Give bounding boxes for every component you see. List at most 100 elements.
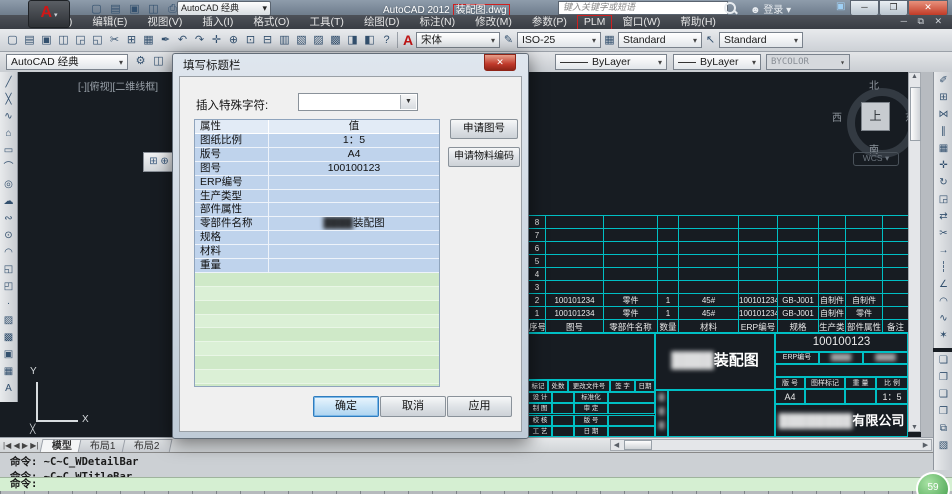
bring-above-icon[interactable]: ❑ (936, 386, 952, 403)
workspace-settings-icon[interactable]: ◫ (150, 53, 167, 70)
rectangle-icon[interactable]: ▭ (1, 142, 17, 159)
menu-参数(P)[interactable]: 参数(P) (522, 16, 577, 29)
request-drawing-no-button[interactable]: 申请图号 (450, 119, 518, 139)
ellipse-icon[interactable]: ⊙ (1, 227, 17, 244)
app-menu-button[interactable]: A ▾ (28, 0, 70, 28)
mirror-icon[interactable]: ⋈ (936, 106, 952, 123)
insert-block-icon[interactable]: ◱ (1, 261, 17, 278)
explode-icon[interactable]: ✶ (936, 327, 952, 344)
menu-格式(O)[interactable]: 格式(O) (243, 16, 299, 29)
workspace-switcher[interactable]: AutoCAD 经典▾ (177, 1, 271, 16)
chamfer-icon[interactable]: ∠ (936, 276, 952, 293)
undo-icon[interactable]: ↶ (174, 32, 191, 49)
stretch-icon[interactable]: ⇄ (936, 208, 952, 225)
cancel-button[interactable]: 取消 (380, 396, 446, 417)
send-to-back-icon[interactable]: ❐ (936, 369, 952, 386)
copy-icon[interactable]: ⊞ (936, 89, 952, 106)
hatch-to-back-icon[interactable]: ▧ (936, 437, 952, 454)
linetype-combo[interactable]: ByLayer▾ (555, 54, 667, 70)
property-value[interactable] (269, 203, 439, 216)
dialog-close-button[interactable]: ✕ (484, 54, 516, 71)
property-value[interactable] (269, 190, 439, 203)
cut-icon[interactable]: ✂ (106, 32, 123, 49)
properties-icon[interactable]: ▥ (276, 32, 293, 49)
polygon-icon[interactable]: ⌂ (1, 125, 17, 142)
property-row[interactable]: 零部件名称████装配图 (195, 217, 439, 231)
table-style-icon[interactable]: ▦ (601, 32, 618, 49)
redo-icon[interactable]: ↷ (191, 32, 208, 49)
text-style-combo[interactable]: 宋体▾ (416, 32, 500, 48)
plot-preview-icon[interactable]: ◲ (72, 32, 89, 49)
request-material-code-button[interactable]: 申请物料编码 (448, 147, 520, 167)
vertical-scroll-thumb[interactable] (910, 87, 921, 141)
polyline-icon[interactable]: ∿ (1, 108, 17, 125)
point-icon[interactable]: · (1, 295, 17, 312)
property-value[interactable] (269, 231, 439, 244)
wcs-selector[interactable]: WCS ▾ (853, 152, 899, 166)
annotation-icon[interactable]: A (400, 32, 416, 49)
sheet-set-manager-icon[interactable]: ▩ (327, 32, 344, 49)
tool-palettes-icon[interactable]: ▨ (310, 32, 327, 49)
zoom-previous-icon[interactable]: ⊟ (259, 32, 276, 49)
property-value[interactable]: ████装配图 (269, 217, 439, 230)
ok-button[interactable]: 确定 (313, 396, 379, 417)
plot-icon[interactable]: ◫ (55, 32, 72, 49)
zoom-window-icon[interactable]: ⊡ (242, 32, 259, 49)
break-icon[interactable]: ┆ (936, 259, 952, 276)
gear-icon[interactable]: ⚙ (132, 53, 149, 70)
chevron-down-icon[interactable]: ▼ (400, 95, 416, 109)
property-value[interactable]: 100100123 (269, 162, 439, 175)
offset-icon[interactable]: ∥ (936, 123, 952, 140)
pan-icon[interactable]: ✛ (208, 32, 225, 49)
zoom-realtime-icon[interactable]: ⊕ (225, 32, 242, 49)
menu-帮助(H)[interactable]: 帮助(H) (670, 16, 726, 29)
copy-clip-icon[interactable]: ⊞ (123, 32, 140, 49)
text-to-front-icon[interactable]: ⧉ (936, 420, 952, 437)
exchange-icon[interactable]: ▣ (836, 1, 845, 12)
array-icon[interactable]: ▦ (936, 140, 952, 157)
vertical-scrollbar[interactable]: ▲ ▼ (908, 72, 921, 432)
menu-工具(T)[interactable]: 工具(T) (300, 16, 354, 29)
property-value[interactable]: A4 (269, 148, 439, 161)
signin-control[interactable]: ☻ 登录 ▾ (750, 1, 791, 16)
property-row[interactable]: ERP编号 (195, 176, 439, 190)
menu-窗口(W)[interactable]: 窗口(W) (612, 16, 670, 29)
scroll-down-icon[interactable]: ▼ (909, 424, 920, 431)
viewcube-top-face[interactable]: 上 (861, 102, 890, 131)
multiline-text-icon[interactable]: A (1, 380, 17, 397)
horizontal-scroll-thumb[interactable] (624, 440, 652, 450)
special-char-combo[interactable]: ▼ (298, 93, 418, 111)
menu-编辑(E)[interactable]: 编辑(E) (82, 16, 137, 29)
match-properties-icon[interactable]: ✒ (157, 32, 174, 49)
make-block-icon[interactable]: ◰ (1, 278, 17, 295)
gradient-icon[interactable]: ▩ (1, 329, 17, 346)
mleader-style-icon[interactable]: ↖ (702, 32, 719, 49)
property-row[interactable]: 图纸比例1：5 (195, 134, 439, 148)
close-button[interactable]: ✕ (908, 0, 948, 16)
scroll-right-icon[interactable]: ▶ (920, 441, 931, 449)
menu-视图(V)[interactable]: 视图(V) (137, 16, 192, 29)
circle-icon[interactable]: ◎ (1, 176, 17, 193)
property-row[interactable]: 生产类型 (195, 190, 439, 204)
ellipse-arc-icon[interactable]: ◠ (1, 244, 17, 261)
tab-布局2[interactable]: 布局2 (122, 439, 173, 453)
new-icon[interactable]: ▢ (4, 32, 21, 49)
property-row[interactable]: 规格 (195, 231, 439, 245)
property-row[interactable]: 图号100100123 (195, 162, 439, 176)
viewcube-west[interactable]: 西 (832, 109, 842, 124)
workspace-combo[interactable]: AutoCAD 经典▾ (6, 54, 128, 70)
horizontal-scrollbar[interactable]: ◀ ▶ (610, 439, 932, 451)
property-row[interactable]: 材料 (195, 245, 439, 259)
open-icon[interactable]: ▤ (21, 32, 38, 49)
scroll-up-icon[interactable]: ▲ (909, 73, 920, 80)
viewport-controls[interactable]: [-][俯视][二维线框] (78, 78, 158, 93)
scroll-left-icon[interactable]: ◀ (611, 441, 622, 449)
property-value[interactable] (269, 176, 439, 189)
table-style-combo[interactable]: Standard▾ (618, 32, 702, 48)
bring-to-front-icon[interactable]: ❏ (936, 352, 952, 369)
extend-icon[interactable]: → (936, 242, 952, 259)
publish-icon[interactable]: ◱ (89, 32, 106, 49)
region-icon[interactable]: ▣ (1, 346, 17, 363)
apply-button[interactable]: 应用 (447, 396, 512, 417)
arc-icon[interactable]: ⌒ (1, 159, 17, 176)
